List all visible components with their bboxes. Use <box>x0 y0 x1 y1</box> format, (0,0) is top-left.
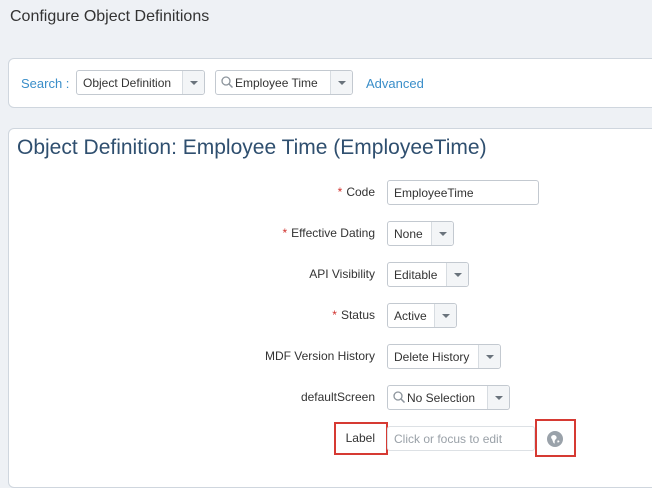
advanced-search-link[interactable]: Advanced <box>366 76 424 91</box>
label-field-label: Label <box>346 431 375 445</box>
api-visibility-value: Editable <box>394 268 438 282</box>
mdf-version-history-value: Delete History <box>394 350 470 364</box>
chevron-down-icon[interactable] <box>478 345 500 368</box>
status-select[interactable]: Active <box>387 303 457 328</box>
effective-dating-value: None <box>394 227 423 241</box>
mdf-version-history-select[interactable]: Delete History <box>387 344 501 369</box>
chevron-down-icon[interactable] <box>446 263 468 286</box>
chevron-down-icon[interactable] <box>330 71 352 94</box>
api-visibility-label-text: API Visibility <box>309 267 375 281</box>
magnifier-icon <box>393 391 406 404</box>
search-label: Search : <box>21 76 70 91</box>
default-screen-label-text: defaultScreen <box>300 390 375 404</box>
default-screen-value: No Selection <box>407 391 476 405</box>
label-field-label-text: Label <box>345 431 375 445</box>
mdf-version-history-label: MDF Version History <box>265 349 375 363</box>
search-panel: Search : Object Definition Employee Time… <box>8 58 652 108</box>
status-label: * Status <box>332 308 375 322</box>
code-input[interactable]: EmployeeTime <box>387 180 539 205</box>
globe-icon[interactable] <box>545 429 565 449</box>
api-visibility-select[interactable]: Editable <box>387 262 469 287</box>
chevron-down-icon[interactable] <box>434 304 456 327</box>
page-title: Configure Object Definitions <box>10 8 210 25</box>
required-marker: * <box>332 308 337 322</box>
status-label-text: Status <box>340 308 375 322</box>
object-definition-panel: Object Definition: Employee Time (Employ… <box>8 128 652 488</box>
required-marker: * <box>282 226 288 240</box>
status-value: Active <box>394 309 427 323</box>
default-screen-combo[interactable]: No Selection <box>387 385 510 410</box>
required-marker: * <box>337 185 343 199</box>
code-label: * Code <box>338 185 375 199</box>
magnifier-icon <box>221 76 234 89</box>
object-search-combo[interactable]: Employee Time <box>215 70 353 95</box>
api-visibility-label: API Visibility <box>309 267 375 281</box>
default-screen-label: defaultScreen <box>301 390 375 404</box>
effective-dating-label-text: Effective Dating <box>291 226 375 240</box>
object-search-value: Employee Time <box>235 76 318 90</box>
label-input[interactable]: Click or focus to edit <box>387 426 535 451</box>
effective-dating-select[interactable]: None <box>387 221 454 246</box>
object-type-select-value: Object Definition <box>83 76 172 90</box>
mdf-version-history-label-text: MDF Version History <box>264 349 375 363</box>
chevron-down-icon[interactable] <box>431 222 453 245</box>
chevron-down-icon[interactable] <box>182 71 204 94</box>
code-value: EmployeeTime <box>394 186 474 200</box>
object-definition-title: Object Definition: Employee Time (Employ… <box>17 136 487 159</box>
code-label-text: Code <box>346 185 375 199</box>
object-type-select[interactable]: Object Definition <box>76 70 205 95</box>
label-input-placeholder: Click or focus to edit <box>394 432 503 446</box>
effective-dating-label: * Effective Dating <box>283 226 376 240</box>
chevron-down-icon[interactable] <box>487 386 509 409</box>
